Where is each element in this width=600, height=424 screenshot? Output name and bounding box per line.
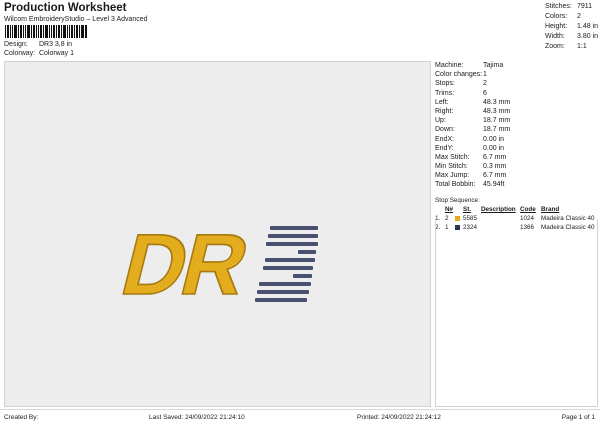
summary-colors: Colors: 2 bbox=[545, 13, 581, 20]
last-saved: Last Saved: 24/09/2022 21:24:10 bbox=[149, 414, 245, 421]
col-n: N# bbox=[445, 206, 454, 213]
col-brand: Brand bbox=[541, 206, 560, 213]
detail-total-bobbin: Total Bobbin: 45.94ft bbox=[435, 181, 505, 189]
machine-details: Machine: Tajima Color changes:1 Stops: 2 T… bbox=[435, 61, 598, 190]
detail-color-changes: Color changes:1 bbox=[435, 71, 487, 79]
detail-max-jump: Max Jump: 6.7 mm bbox=[435, 172, 507, 180]
worksheet-page: Production Worksheet Wilcom EmbroiderySt… bbox=[0, 0, 600, 424]
printed-date: Printed: 24/09/2022 21:24:12 bbox=[357, 414, 441, 421]
detail-endy: EndY: 0.00 in bbox=[435, 144, 505, 152]
detail-trims: Trims: 6 bbox=[435, 89, 487, 97]
design-value: DR3 3,8 in bbox=[38, 41, 73, 48]
colorway-row: Colorway: Colorway 1 bbox=[4, 50, 74, 57]
detail-min-stitch: Min Stitch: 0.3 mm bbox=[435, 163, 507, 171]
page-title: Production Worksheet bbox=[4, 2, 127, 14]
logo-letters-dr: DR bbox=[112, 215, 258, 313]
colorway-value: Colorway 1 bbox=[38, 50, 74, 57]
design-row: Design: DR3 3,8 in bbox=[4, 41, 72, 48]
barcode bbox=[5, 25, 87, 38]
detail-down: Down: 18.7 mm bbox=[435, 126, 511, 134]
logo-dr-text: DR bbox=[113, 216, 257, 313]
detail-machine: Machine: Tajima bbox=[435, 62, 504, 69]
colorway-label: Colorway: bbox=[4, 50, 36, 57]
detail-stops: Stops: 2 bbox=[435, 80, 487, 88]
summary-stitches: Stitches: 7911 bbox=[545, 3, 593, 10]
design-preview: DR bbox=[4, 61, 431, 407]
summary-width: Width: 3.80 in bbox=[545, 33, 599, 40]
detail-up: Up: 18.7 mm bbox=[435, 117, 511, 125]
footer: Created By: Last Saved: 24/09/2022 21:24… bbox=[0, 409, 600, 424]
design-summary: Stitches: 7911 Colors: 2 Height: 1.48 in Wi… bbox=[545, 2, 598, 52]
summary-height: Height: 1.48 in bbox=[545, 23, 599, 30]
summary-zoom: Zoom: 1:1 bbox=[545, 43, 587, 50]
page-number: Page 1 of 1 bbox=[561, 414, 595, 421]
embroidery-logo: DR bbox=[112, 215, 318, 314]
detail-endx: EndX: 0.00 in bbox=[435, 135, 505, 143]
created-by: Created By: bbox=[4, 414, 39, 421]
detail-left: Left: 48.3 mm bbox=[435, 98, 511, 106]
logo-digit-3 bbox=[255, 226, 318, 302]
stop-sequence-panel bbox=[435, 219, 598, 407]
col-st: St. bbox=[463, 206, 472, 213]
detail-right: Right: 48.3 mm bbox=[435, 107, 511, 115]
stop-sequence-header: N# St. Description Code Brand bbox=[435, 205, 598, 214]
stop-sequence-title: Stop Sequence: bbox=[435, 197, 480, 204]
col-description: Description bbox=[481, 206, 516, 213]
design-label: Design: bbox=[4, 41, 28, 48]
software-subtitle: Wilcom EmbroideryStudio – Level 3 Advanc… bbox=[4, 16, 148, 23]
detail-max-stitch: Max Stitch: 6.7 mm bbox=[435, 153, 507, 161]
col-code: Code bbox=[520, 206, 536, 213]
